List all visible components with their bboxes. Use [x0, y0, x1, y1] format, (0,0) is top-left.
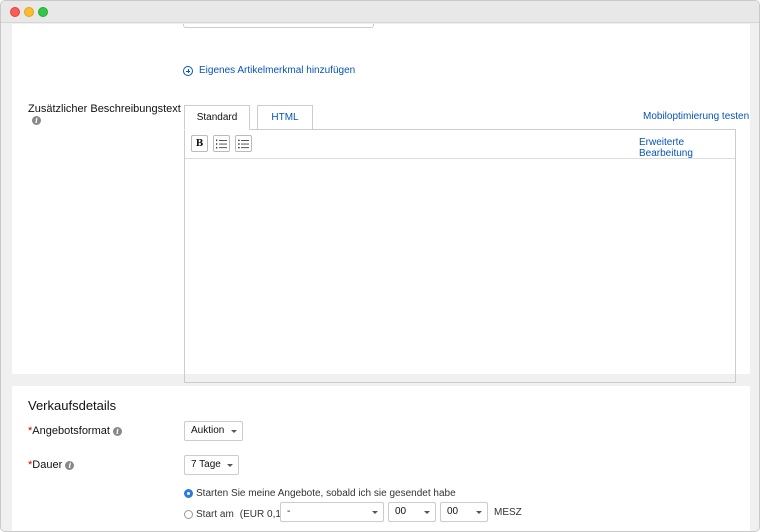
duration-select[interactable]: 7 Tage	[184, 455, 239, 475]
duration-text: Dauer	[32, 459, 63, 471]
bold-button[interactable]: B	[191, 135, 208, 152]
start-minute-select[interactable]: 00	[440, 502, 488, 522]
ordered-list-icon	[216, 139, 227, 148]
add-custom-feature-label: Eigenes Artikelmerkmal hinzufügen	[199, 65, 356, 76]
listing-format-text: Angebotsformat	[32, 425, 110, 437]
title-bar	[1, 1, 759, 23]
chevron-down-icon	[372, 511, 378, 514]
minimize-window-button[interactable]	[24, 7, 34, 17]
listing-format-select[interactable]: Auktion	[184, 421, 243, 441]
chevron-down-icon	[424, 511, 430, 514]
feature-input-field[interactable]	[183, 24, 374, 28]
timezone-label: MESZ	[494, 507, 522, 518]
duration-value: 7 Tage	[191, 459, 221, 470]
browser-window: Eigenes Artikelmerkmal hinzufügen Zusätz…	[0, 0, 760, 532]
editor-toolbar: B Erweiterte Bearbeitung	[185, 130, 735, 159]
listing-format-label: *Angebotsformat i	[28, 425, 122, 437]
duration-label: *Dauer i	[28, 459, 75, 471]
start-hour-select[interactable]: 00	[388, 502, 436, 522]
tab-standard[interactable]: Standard	[184, 105, 250, 130]
info-icon[interactable]: i	[65, 460, 75, 470]
start-date-select[interactable]: -	[280, 502, 384, 522]
start-immediately-option[interactable]: Starten Sie meine Angebote, sobald ich s…	[184, 488, 456, 499]
start-minute-value: 00	[447, 506, 459, 517]
close-window-button[interactable]	[10, 7, 20, 17]
mobile-optimization-link[interactable]: Mobiloptimierung testen	[643, 111, 749, 122]
chevron-down-icon	[227, 464, 233, 467]
scheduled-start-label: Start am	[196, 509, 234, 520]
start-date-value: -	[287, 506, 291, 517]
plus-circle-icon	[183, 65, 193, 76]
start-immediately-radio[interactable]	[184, 489, 193, 498]
start-hour-value: 00	[395, 506, 407, 517]
add-custom-feature-link[interactable]: Eigenes Artikelmerkmal hinzufügen	[183, 65, 355, 76]
scheduled-start-option[interactable]: Start am (EUR 0,12)	[184, 509, 290, 520]
start-immediately-label: Starten Sie meine Angebote, sobald ich s…	[196, 488, 456, 499]
chevron-down-icon	[231, 430, 237, 433]
description-text-area[interactable]	[185, 160, 735, 382]
unordered-list-button[interactable]	[235, 135, 252, 152]
unordered-list-icon	[238, 139, 249, 148]
description-editor: B Erweiterte Bearbeitung	[184, 129, 736, 383]
info-icon[interactable]: i	[32, 116, 41, 125]
advanced-edit-link[interactable]: Erweiterte Bearbeitung	[639, 137, 735, 159]
info-icon[interactable]: i	[113, 426, 122, 436]
listing-format-value: Auktion	[191, 425, 225, 436]
scheduled-start-radio[interactable]	[184, 510, 193, 519]
item-details-panel: Eigenes Artikelmerkmal hinzufügen Zusätz…	[12, 24, 750, 383]
page-content: Eigenes Artikelmerkmal hinzufügen Zusätz…	[1, 24, 759, 531]
maximize-window-button[interactable]	[38, 7, 48, 17]
ordered-list-button[interactable]	[213, 135, 230, 152]
tab-html[interactable]: HTML	[257, 105, 313, 130]
description-label: Zusätzlicher Beschreibungstext	[28, 103, 181, 115]
sales-details-panel: Verkaufsdetails *Angebotsformat i Auktio…	[12, 386, 750, 531]
chevron-down-icon	[476, 511, 482, 514]
section-title: Verkaufsdetails	[28, 398, 117, 413]
